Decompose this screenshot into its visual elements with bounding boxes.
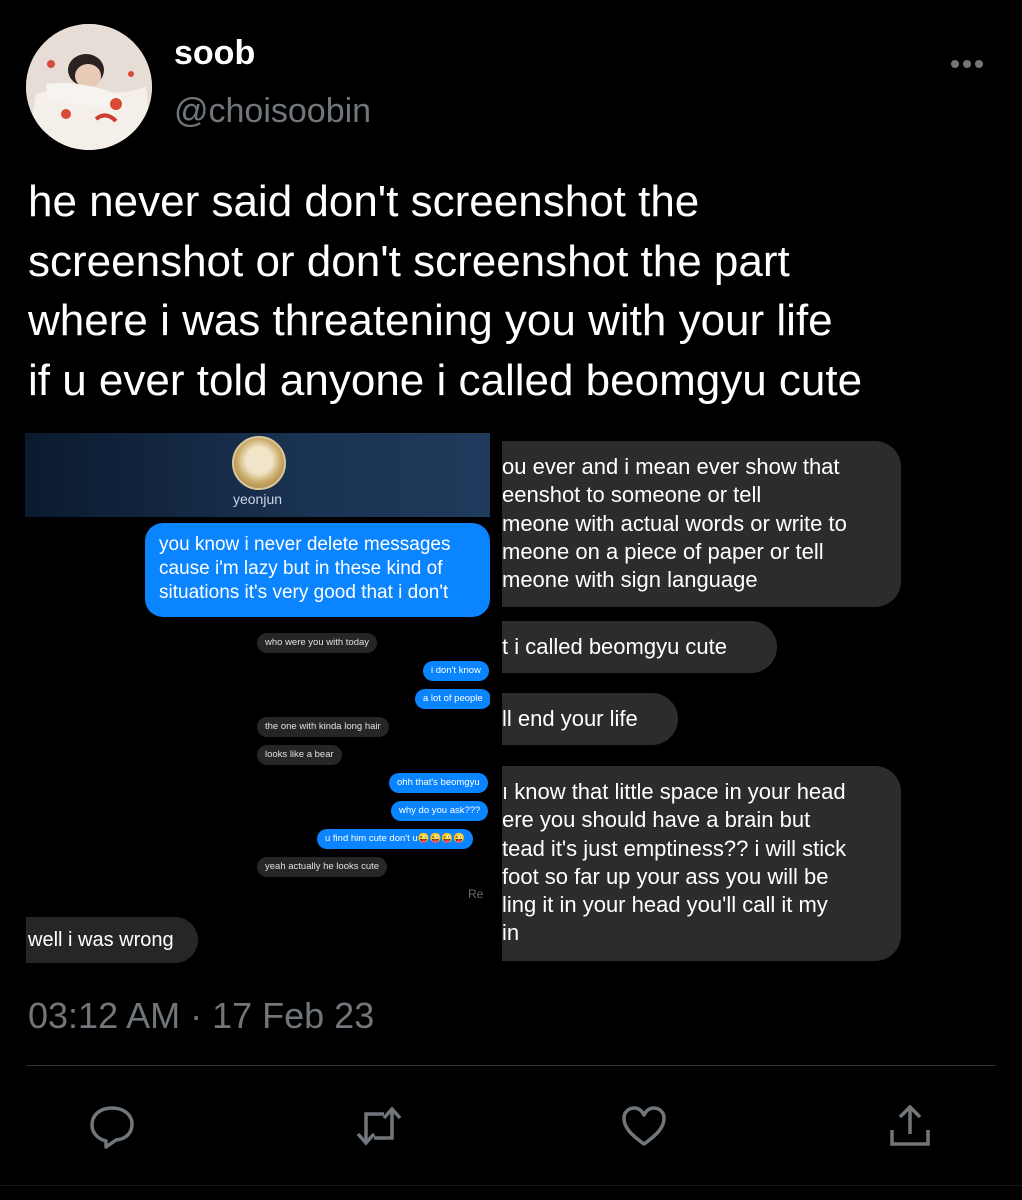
- tweet-text-line: he never said don't screenshot the: [28, 177, 700, 226]
- like-button[interactable]: [620, 1102, 668, 1150]
- retweet-button[interactable]: [354, 1102, 402, 1150]
- message-line: t i called beomgyu cute: [502, 634, 728, 659]
- message-bubble-received: the one with kinda long hair: [257, 717, 389, 737]
- message-bubble-received: ll end your life: [502, 693, 678, 745]
- more-horizontal-icon: [951, 60, 983, 68]
- author-handle[interactable]: @choisoobin: [174, 92, 371, 131]
- message-bubble-received: ou ever and i mean ever show that eensho…: [502, 441, 901, 607]
- like-icon: [622, 1106, 666, 1146]
- message-bubble-sent: why do you ask???: [391, 801, 489, 821]
- message-bubble-received: t i called beomgyu cute: [502, 621, 777, 673]
- read-receipt: Re: [468, 887, 484, 901]
- message-line: cause i'm lazy but in these kind of: [159, 558, 443, 579]
- more-options-button[interactable]: [950, 44, 984, 78]
- bottom-divider: [0, 1185, 1022, 1186]
- retweet-icon: [356, 1106, 402, 1146]
- attached-image-right[interactable]: ou ever and i mean ever show that eensho…: [502, 433, 1022, 973]
- message-line: ling it in your head you'll call it my: [502, 892, 828, 918]
- message-line: ou ever and i mean ever show that: [502, 454, 840, 479]
- tweet-timestamp[interactable]: 03:12 AM · 17 Feb 23: [28, 995, 374, 1037]
- message-bubble-sent: ohh that's beomgyu: [389, 773, 488, 793]
- message-line: ll end your life: [502, 706, 638, 731]
- contact-name: yeonjun: [232, 491, 283, 507]
- message-bubble-sent: i don't know: [423, 661, 489, 681]
- message-bubble-received: yeah actually he looks cute: [257, 857, 388, 877]
- message-bubble-sent: a lot of people: [415, 689, 490, 709]
- message-line: ı know that little space in your head: [502, 779, 846, 804]
- message-line: situations it's very good that i don't: [159, 582, 449, 603]
- author-display-name[interactable]: soob: [174, 34, 255, 73]
- tweet-text: he never said don't screenshot the scree…: [28, 172, 1018, 410]
- reply-icon: [90, 1106, 134, 1149]
- message-line: ere you should have a brain but: [502, 807, 811, 833]
- message-bubble-received: well i was wrong: [26, 917, 198, 963]
- share-button[interactable]: [886, 1102, 934, 1150]
- message-line: meone with actual words or write to: [502, 510, 847, 536]
- message-line: you know i never delete messages: [159, 534, 451, 555]
- author-avatar[interactable]: [26, 24, 152, 150]
- message-bubble-received: ı know that little space in your head er…: [502, 766, 901, 961]
- message-line: in: [502, 920, 520, 946]
- share-icon: [890, 1104, 930, 1146]
- message-line: eenshot to someone or tell: [502, 482, 762, 508]
- tweet-text-line: where i was threatening you with your li…: [28, 296, 833, 345]
- message-line: meone on a piece of paper or tell: [502, 538, 824, 564]
- tweet-text-line: if u ever told anyone i called beomgyu c…: [28, 355, 863, 405]
- tweet-text-line: screenshot or don't screenshot the part: [28, 236, 790, 286]
- attached-image-left[interactable]: yeonjun you know i never delete messages…: [25, 433, 490, 973]
- message-bubble-sent: you know i never delete messages cause i…: [145, 523, 490, 617]
- message-bubble-received: looks like a bear: [257, 745, 342, 765]
- message-bubble-received: who were you with today: [257, 633, 378, 653]
- message-line: meone with sign language: [502, 567, 758, 593]
- divider: [26, 1065, 996, 1066]
- contact-avatar: [232, 436, 286, 490]
- message-line: tead it's just emptiness?? i will stick: [502, 835, 847, 861]
- reply-button[interactable]: [88, 1102, 136, 1150]
- message-bubble-sent: u find him cute don't u😜😜😜😜: [317, 829, 473, 849]
- message-line: foot so far up your ass you will be: [502, 863, 829, 889]
